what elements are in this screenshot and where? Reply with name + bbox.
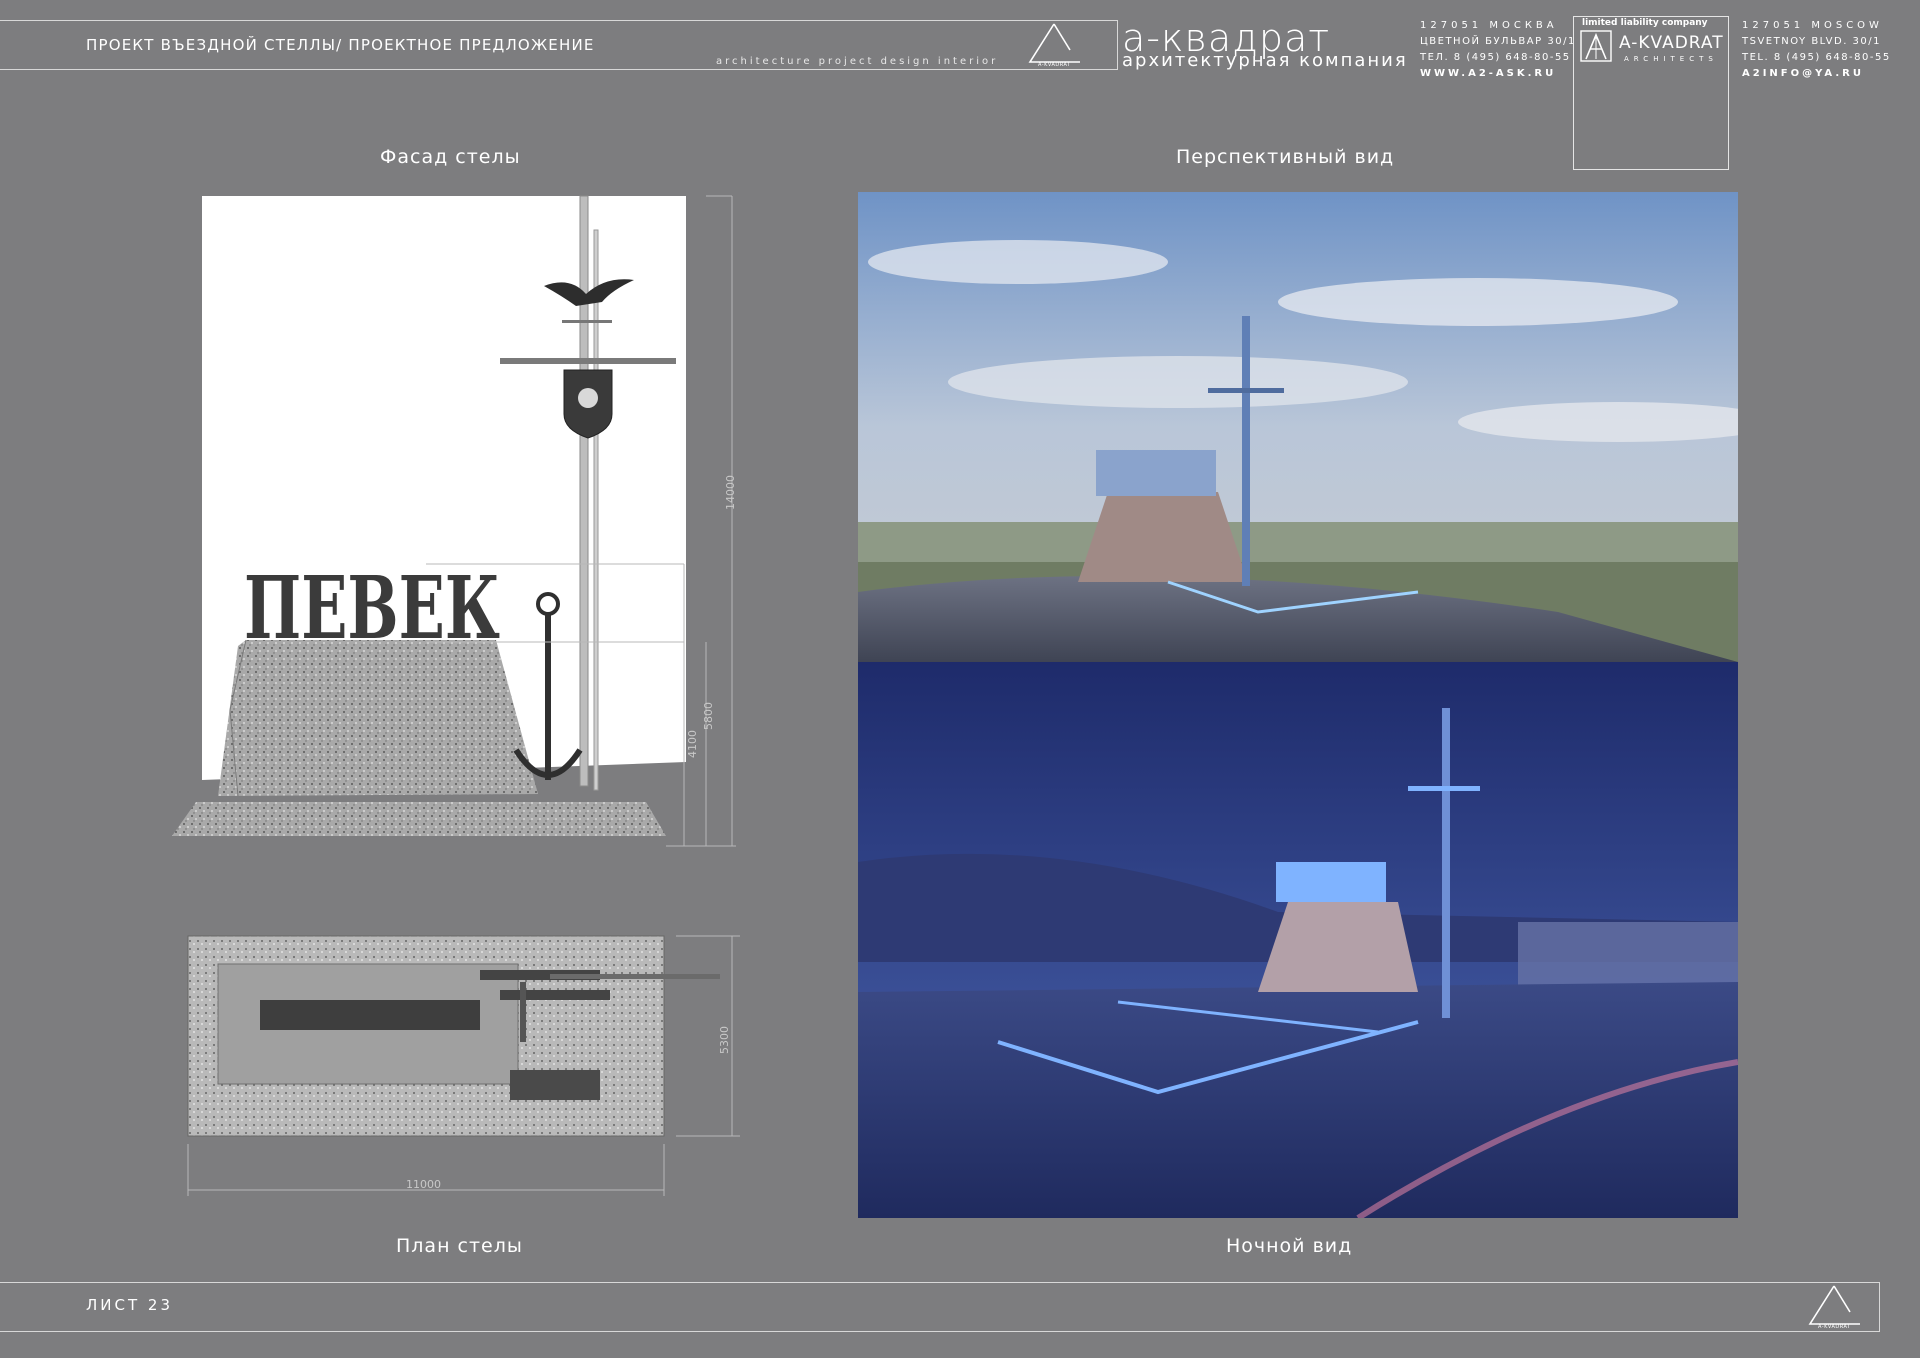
- dim-letters: 5800: [702, 702, 715, 730]
- facade-drawing: 14000 5800 4100 ПЕВЕК: [166, 190, 746, 850]
- plan-mast-arm: [550, 974, 720, 979]
- brand-subtitle: архитектурная компания: [1122, 50, 1408, 71]
- night-render: [858, 662, 1738, 1218]
- dim-base: 4100: [686, 730, 699, 758]
- caption-perspective: Перспективный вид: [1176, 146, 1395, 168]
- company-label: limited liability company: [1582, 18, 1708, 28]
- plan-letters: [260, 1000, 480, 1030]
- logo-caption: A-KVADRAT: [1038, 62, 1071, 68]
- caption-plan: План стелы: [396, 1235, 523, 1257]
- contact-phone-en: TEL. 8 (495) 648-80-55: [1742, 52, 1891, 63]
- dim-plan-length: 11000: [406, 1178, 441, 1191]
- mast-secondary: [593, 229, 599, 791]
- contact-website: WWW.A2-ASK.RU: [1420, 68, 1557, 79]
- footer-frame: [0, 1282, 1880, 1332]
- mast: [579, 195, 589, 787]
- logo-triangle-icon: A-KVADRAT: [1024, 22, 1084, 68]
- contact-city-en: 127051 MOSCOW: [1742, 20, 1883, 31]
- contact-address-en: TSVETNOY BLVD. 30/1: [1742, 36, 1882, 47]
- footer-logo-icon: A-KVADRAT: [1804, 1284, 1864, 1330]
- stele-pedestal-day: [1078, 492, 1248, 582]
- city-sign-day: [1096, 450, 1216, 496]
- dim-total: 14000: [724, 475, 737, 510]
- plan-drawing: 5300 11000: [180, 930, 740, 1210]
- company-box: limited liability company A-KVADRAT ARCH…: [1573, 16, 1729, 170]
- granite-base: [172, 802, 666, 836]
- project-title: ПРОЕКТ ВЪЕЗДНОЙ СТЕЛЛЫ/ ПРОЕКТНОЕ ПРЕДЛО…: [86, 36, 595, 54]
- sheet-number: ЛИСТ 23: [86, 1296, 173, 1314]
- company-logo-icon: [1580, 29, 1612, 63]
- footer-logo-caption: A-KVADRAT: [1818, 1324, 1851, 1330]
- granite-block: [218, 640, 538, 796]
- perspective-render: [858, 192, 1738, 662]
- company-subtitle: ARCHITECTS: [1624, 55, 1718, 63]
- contacts-ru: 127051 МОСКВА ЦВЕТНОЙ БУЛЬВАР 30/1 ТЕЛ. …: [1420, 18, 1576, 82]
- mast-night: [1442, 708, 1450, 1018]
- tagline: architecture project design interior: [716, 56, 999, 67]
- contacts-en: 127051 MOSCOW TSVETNOY BLVD. 30/1 TEL. 8…: [1742, 18, 1891, 82]
- city-sign-night: [1276, 862, 1386, 902]
- company-name: A-KVADRAT: [1619, 33, 1724, 53]
- caption-night: Ночной вид: [1226, 1235, 1353, 1257]
- mast-day: [1242, 316, 1250, 586]
- contact-phone: ТЕЛ. 8 (495) 648-80-55: [1420, 52, 1571, 63]
- contact-address: ЦВЕТНОЙ БУЛЬВАР 30/1: [1420, 36, 1576, 47]
- contact-email: A2INFO@YA.RU: [1742, 68, 1864, 79]
- caption-facade: Фасад стелы: [380, 146, 521, 168]
- city-name: ПЕВЕК: [244, 558, 500, 659]
- crossbar: [500, 358, 676, 364]
- dim-plan-width: 5300: [718, 1026, 731, 1054]
- contact-city: 127051 МОСКВА: [1420, 20, 1558, 31]
